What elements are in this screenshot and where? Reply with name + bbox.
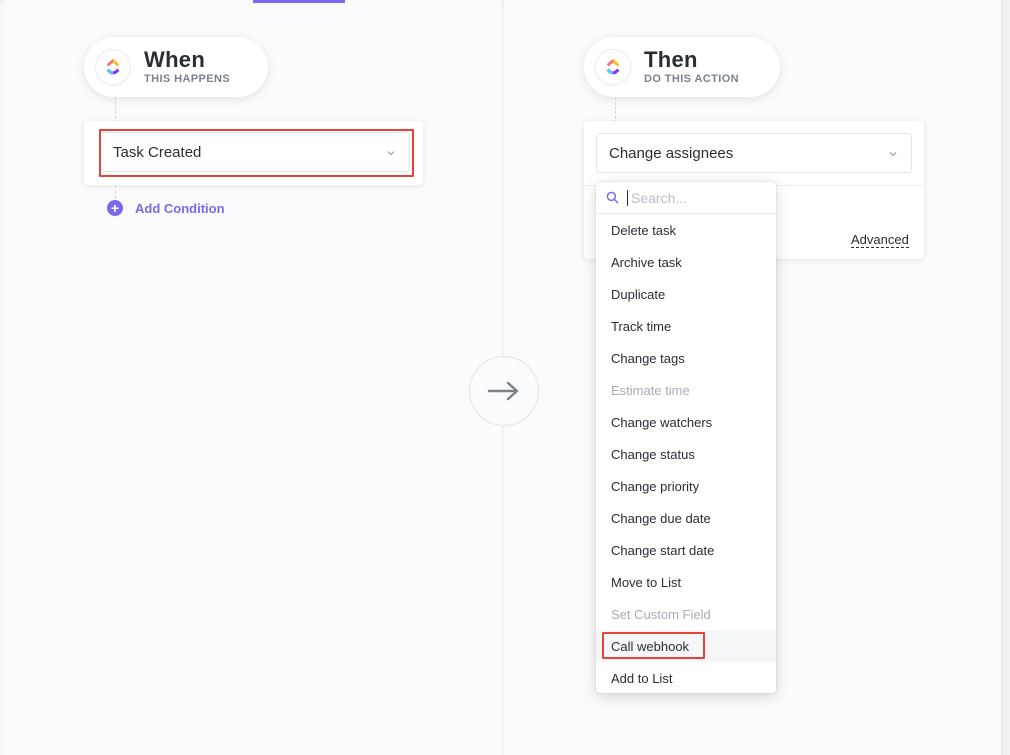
right-edge — [1002, 0, 1010, 755]
webhook-highlight-box — [602, 632, 705, 659]
dropdown-item[interactable]: Change tags — [596, 342, 776, 374]
dropdown-item-label: Change priority — [611, 478, 700, 494]
trigger-highlight-box — [99, 129, 414, 177]
dropdown-item[interactable]: Archive task — [596, 246, 776, 278]
condition-connector — [115, 185, 116, 199]
trigger-connector — [115, 97, 116, 123]
dropdown-item[interactable]: Change watchers — [596, 406, 776, 438]
action-connector — [615, 97, 616, 123]
dropdown-item[interactable]: Track time — [596, 310, 776, 342]
dropdown-item-label: Delete task — [611, 222, 677, 238]
chevron-down-icon — [887, 147, 899, 164]
dropdown-item-label: Move to List — [611, 574, 682, 590]
dropdown-item[interactable]: Change status — [596, 438, 776, 470]
dropdown-item-label: Change start date — [611, 542, 715, 558]
dropdown-item[interactable]: Move to List — [596, 566, 776, 598]
dropdown-item-disabled: Estimate time — [596, 374, 776, 406]
action-select[interactable]: Change assignees — [596, 133, 912, 173]
dropdown-item-label: Add to List — [611, 670, 673, 686]
dropdown-item[interactable]: Add to List — [596, 662, 776, 694]
dropdown-item-label: Archive task — [611, 254, 682, 270]
dropdown-item-label: Track time — [611, 318, 672, 334]
dropdown-search — [596, 182, 776, 214]
clickup-logo-icon — [96, 50, 130, 84]
dropdown-item-label: Change tags — [611, 350, 685, 366]
dropdown-item[interactable]: Duplicate — [596, 278, 776, 310]
action-subtitle: DO THIS ACTION — [644, 73, 740, 85]
active-tab-indicator — [253, 0, 345, 3]
dropdown-item-disabled: Set Custom Field — [596, 598, 776, 630]
advanced-link[interactable]: Advanced — [851, 232, 909, 248]
trigger-subtitle: THIS HAPPENS — [144, 73, 231, 85]
search-icon — [606, 191, 619, 204]
trigger-header: When THIS HAPPENS — [84, 37, 268, 97]
add-condition-button[interactable]: + Add Condition — [107, 200, 225, 216]
dropdown-item[interactable]: Change due date — [596, 502, 776, 534]
arrow-right-icon — [487, 381, 519, 401]
dropdown-item[interactable]: Delete task — [596, 214, 776, 246]
dropdown-item-label: Estimate time — [611, 382, 690, 398]
plus-circle-icon: + — [107, 200, 123, 216]
dropdown-search-input[interactable] — [627, 189, 767, 206]
trigger-panel — [4, 0, 503, 755]
dropdown-item-label: Change watchers — [611, 414, 713, 430]
action-header: Then DO THIS ACTION — [584, 37, 780, 97]
dropdown-list: Delete task Archive task Duplicate Track… — [596, 214, 776, 694]
dropdown-item-label: Change due date — [611, 510, 711, 526]
dropdown-item-label: Duplicate — [611, 286, 666, 302]
dropdown-item[interactable]: Change priority — [596, 470, 776, 502]
action-dropdown: Delete task Archive task Duplicate Track… — [596, 182, 776, 693]
dropdown-item-label: Change status — [611, 446, 695, 462]
add-condition-label: Add Condition — [135, 200, 225, 216]
dropdown-item-label: Set Custom Field — [611, 606, 711, 622]
dropdown-item[interactable]: Change start date — [596, 534, 776, 566]
flow-arrow — [469, 356, 539, 426]
action-select-value: Change assignees — [609, 144, 734, 162]
action-title: Then — [644, 47, 698, 72]
trigger-title: When — [144, 47, 206, 72]
clickup-logo-icon — [596, 50, 630, 84]
